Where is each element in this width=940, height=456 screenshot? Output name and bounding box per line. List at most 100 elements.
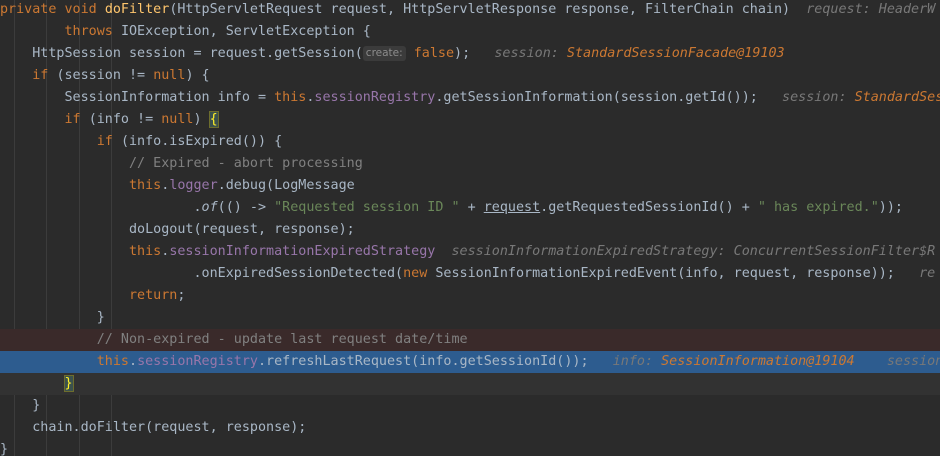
code-token: .getRequestedSessionId() + xyxy=(540,200,758,215)
code-line[interactable]: } xyxy=(0,439,940,456)
code-token: )); xyxy=(878,200,903,215)
code-line[interactable]: .onExpiredSessionDetected(new SessionInf… xyxy=(0,263,940,285)
code-token: chain.doFilter(request, response); xyxy=(0,420,307,435)
code-token: (() -> xyxy=(217,200,275,215)
execution-point-line[interactable]: this.sessionRegistry.refreshLastRequest(… xyxy=(0,351,940,373)
code-token: .debug(LogMessage xyxy=(217,178,355,193)
code-line[interactable]: doLogout(request, response); xyxy=(0,219,940,241)
keyword-token: if xyxy=(32,68,57,83)
method-name-token: doFilter xyxy=(104,2,170,17)
keyword-token: if xyxy=(64,112,89,127)
field-token: sessionRegistry xyxy=(137,354,258,369)
text-caret xyxy=(72,375,74,391)
field-token: sessionInformationExpiredStrategy xyxy=(169,244,436,259)
code-line[interactable]: // Expired - abort processing xyxy=(0,153,940,175)
code-line[interactable]: if (session != null) { xyxy=(0,65,940,87)
debug-inline-hint: session xyxy=(886,354,940,369)
keyword-token: this xyxy=(274,90,307,105)
variable-token: request xyxy=(483,200,541,215)
debug-inline-value: StandardSessionFacade@19103 xyxy=(566,46,785,61)
code-line[interactable]: // Non-expired - update last request dat… xyxy=(0,329,940,351)
code-token: (HttpServletRequest request, HttpServlet… xyxy=(169,2,807,17)
code-token: ) xyxy=(193,112,210,127)
code-token: (session != xyxy=(56,68,154,83)
debug-inline-hint: session: xyxy=(494,46,567,61)
keyword-token: null xyxy=(161,112,194,127)
keyword-token: private void xyxy=(0,2,105,17)
code-token: } xyxy=(0,442,9,456)
code-line[interactable]: SessionInformation info = this.sessionRe… xyxy=(0,87,940,109)
code-line[interactable]: if (info != null) { xyxy=(0,109,940,131)
code-token: SessionInformationExpiredEvent(info, req… xyxy=(435,266,920,281)
field-token: sessionRegistry xyxy=(314,90,436,105)
code-token: ; xyxy=(177,288,186,303)
code-line[interactable]: private void doFilter(HttpServletRequest… xyxy=(0,0,940,21)
code-token: . xyxy=(0,200,202,215)
code-line[interactable]: HttpSession session = request.getSession… xyxy=(0,43,940,65)
code-token: IOException, ServletException { xyxy=(120,24,371,39)
code-line[interactable]: throws IOException, ServletException { xyxy=(0,21,940,43)
static-method-token: of xyxy=(201,200,218,215)
code-line[interactable]: chain.doFilter(request, response); xyxy=(0,417,940,439)
debug-inline-hint: request: HeaderW xyxy=(806,2,936,17)
code-comment: // Expired - abort processing xyxy=(129,156,363,171)
code-token: (info != xyxy=(88,112,162,127)
matched-brace: { xyxy=(208,111,219,128)
code-token: (info.isExpired()) { xyxy=(120,134,283,149)
keyword-token: this xyxy=(96,354,129,369)
code-line[interactable]: if (info.isExpired()) { xyxy=(0,131,940,153)
code-token: .getSessionInformation(session.getId()); xyxy=(435,90,783,105)
code-token: doLogout(request, response); xyxy=(0,222,355,237)
code-token: HttpSession session = request.getSession… xyxy=(0,46,363,61)
code-token: SessionInformation info = xyxy=(0,90,275,105)
keyword-token: null xyxy=(153,68,186,83)
debug-inline-value: StandardSes xyxy=(854,90,940,105)
debug-inline-hint: info: xyxy=(612,354,662,369)
code-token: .onExpiredSessionDetected( xyxy=(0,266,404,281)
string-literal: "Requested session ID " xyxy=(274,200,460,215)
keyword-token: throws xyxy=(64,24,121,39)
debug-inline-hint: session: xyxy=(782,90,855,105)
code-token: . xyxy=(129,354,138,369)
code-line[interactable]: } xyxy=(0,395,940,417)
code-line[interactable]: return; xyxy=(0,285,940,307)
keyword-token: this xyxy=(129,178,162,193)
code-comment: // Non-expired - update last request dat… xyxy=(96,332,468,347)
keyword-token: false xyxy=(405,46,455,61)
string-literal: " has expired." xyxy=(757,200,879,215)
debug-inline-value: SessionInformation@19104 xyxy=(661,354,855,369)
code-token: .refreshLastRequest(info.getSessionId())… xyxy=(258,354,613,369)
parameter-name-hint: create: xyxy=(362,45,406,61)
code-token: ) { xyxy=(185,68,210,83)
keyword-token: return xyxy=(129,288,178,303)
field-token: logger xyxy=(169,178,218,193)
code-token: + xyxy=(459,200,484,215)
matched-brace: } xyxy=(63,375,74,392)
code-token: } xyxy=(0,398,41,413)
caret-line[interactable]: } xyxy=(0,373,940,395)
code-line[interactable]: .of(() -> "Requested session ID " + requ… xyxy=(0,197,940,219)
keyword-token: if xyxy=(96,134,121,149)
code-editor[interactable]: private void doFilter(HttpServletRequest… xyxy=(0,0,940,456)
keyword-token: new xyxy=(403,266,436,281)
code-token: } xyxy=(0,310,105,325)
debug-inline-hint: sessionInformationExpiredStrategy: Concu… xyxy=(451,244,936,259)
code-token: ); xyxy=(454,46,495,61)
code-line[interactable]: this.logger.debug(LogMessage xyxy=(0,175,940,197)
keyword-token: this xyxy=(129,244,162,259)
code-line[interactable]: } xyxy=(0,307,940,329)
debug-inline-hint: re xyxy=(919,266,936,281)
code-line[interactable]: this.sessionInformationExpiredStrategy s… xyxy=(0,241,940,263)
